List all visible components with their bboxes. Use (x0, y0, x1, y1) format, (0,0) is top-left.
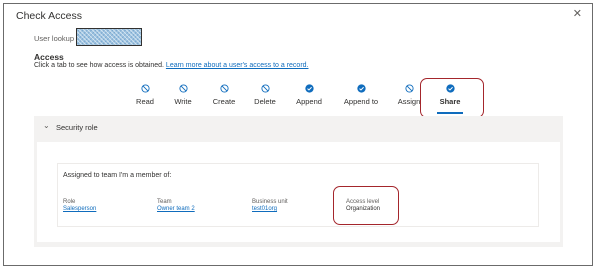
role-link[interactable]: Salesperson (63, 206, 96, 212)
close-icon[interactable]: ✕ (573, 7, 582, 20)
dialog-title: Check Access (16, 10, 82, 22)
checkmark-icon (304, 84, 314, 93)
learn-more-link[interactable]: Learn more about a user's access to a re… (166, 62, 309, 69)
tab-append-to-label: Append to (343, 97, 379, 106)
tab-append-label: Append (296, 97, 322, 106)
user-lookup-field[interactable] (76, 28, 142, 46)
tab-delete[interactable]: Delete (240, 84, 290, 106)
share-tab-highlight (420, 78, 484, 118)
security-role-card: Assigned to team I'm a member of: Role S… (37, 142, 560, 242)
no-access-icon (219, 84, 229, 93)
checkmark-icon (356, 84, 366, 93)
tab-append[interactable]: Append (284, 84, 334, 106)
team-column: Team Owner team 2 (157, 199, 195, 212)
security-role-title: Security role (56, 123, 98, 132)
assignment-details: Assigned to team I'm a member of: Role S… (57, 163, 539, 227)
access-heading: Access (34, 52, 64, 62)
access-level-highlight (333, 186, 399, 225)
no-access-icon (178, 84, 188, 93)
role-header: Role (63, 199, 76, 205)
no-access-icon (260, 84, 270, 93)
access-description: Click a tab to see how access is obtaine… (34, 62, 309, 69)
security-role-panel: ⌄ Security role Assigned to team I'm a m… (34, 116, 563, 247)
no-access-icon (404, 84, 414, 93)
role-column: Role Salesperson (63, 199, 96, 212)
security-role-header[interactable]: ⌄ Security role (34, 116, 563, 138)
business-unit-column: Business unit test01org (252, 199, 288, 212)
user-lookup-label: User lookup (34, 34, 75, 43)
tab-delete-label: Delete (254, 97, 276, 106)
tab-append-to[interactable]: Append to (336, 84, 386, 106)
business-unit-link[interactable]: test01org (252, 206, 288, 212)
team-header: Team (157, 199, 172, 205)
access-description-text: Click a tab to see how access is obtaine… (34, 62, 164, 69)
assigned-text: Assigned to team I'm a member of: (63, 172, 172, 179)
no-access-icon (140, 84, 150, 93)
team-link[interactable]: Owner team 2 (157, 206, 195, 212)
chevron-down-icon: ⌄ (43, 121, 50, 130)
business-unit-header: Business unit (252, 199, 288, 205)
